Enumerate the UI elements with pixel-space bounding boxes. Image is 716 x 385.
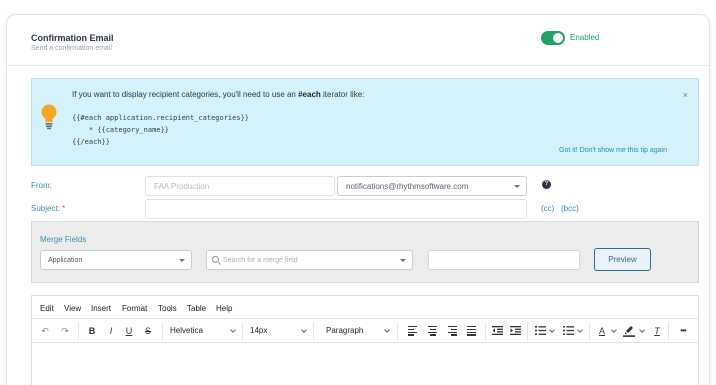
italic-button[interactable]: I bbox=[105, 324, 117, 338]
toggle-knob bbox=[553, 33, 563, 43]
chevron-down-icon[interactable] bbox=[611, 327, 617, 333]
code-line: * {{category_name}} bbox=[72, 126, 169, 134]
redo-icon[interactable]: ↷ bbox=[59, 324, 71, 338]
toolbar-divider bbox=[527, 322, 528, 340]
toolbar-divider bbox=[162, 322, 163, 340]
dismiss-tip-link[interactable]: Got it! Don't show me this tip again bbox=[559, 147, 667, 154]
align-center-icon[interactable] bbox=[428, 326, 437, 336]
bcc-link[interactable]: (bcc) bbox=[561, 204, 579, 213]
subject-label-text: Subject: bbox=[31, 204, 60, 213]
from-email-value: notifications@rhythmsoftware.com bbox=[346, 182, 469, 191]
text-color-button[interactable]: A bbox=[596, 324, 608, 338]
undo-icon[interactable]: ↶ bbox=[39, 324, 51, 338]
close-icon[interactable]: × bbox=[683, 90, 688, 100]
lightbulb-icon bbox=[41, 104, 57, 130]
required-marker: * bbox=[62, 204, 66, 213]
align-left-icon[interactable] bbox=[408, 326, 417, 336]
editor-menubar: Edit View Insert Format Tools Table Help bbox=[32, 296, 698, 319]
code-line: {{/each}} bbox=[72, 138, 110, 146]
toolbar-divider bbox=[397, 322, 398, 340]
confirmation-email-card: Confirmation Email Send a confirmation e… bbox=[6, 14, 710, 385]
menu-help[interactable]: Help bbox=[216, 304, 232, 313]
bold-button[interactable]: B bbox=[86, 324, 98, 338]
clear-formatting-icon[interactable]: T bbox=[651, 324, 663, 338]
merge-field-output[interactable] bbox=[428, 250, 580, 270]
merge-source-value: Application bbox=[48, 257, 83, 264]
editor-toolbar: ↶ ↷ B I U S Helvetica 14px Paragraph A T… bbox=[32, 319, 698, 343]
merge-fields-panel: Merge Fields Application Search for a me… bbox=[31, 221, 699, 283]
rich-text-editor: Edit View Insert Format Tools Table Help… bbox=[31, 295, 699, 385]
tip-code-block: {{#each application.recipient_categories… bbox=[72, 112, 249, 148]
numbered-list-icon[interactable] bbox=[535, 326, 546, 335]
enabled-toggle[interactable] bbox=[541, 31, 565, 45]
menu-edit[interactable]: Edit bbox=[40, 304, 54, 313]
chevron-down-icon[interactable] bbox=[577, 327, 583, 333]
merge-fields-title: Merge Fields bbox=[40, 235, 87, 244]
tip-text-before: If you want to display recipient categor… bbox=[72, 90, 299, 99]
preview-button[interactable]: Preview bbox=[594, 248, 651, 271]
toolbar-divider bbox=[313, 322, 314, 340]
chevron-down-icon bbox=[179, 259, 185, 262]
menu-table[interactable]: Table bbox=[187, 304, 206, 313]
underline-button[interactable]: U bbox=[123, 324, 135, 338]
merge-search-placeholder: Search for a merge field bbox=[223, 257, 298, 264]
chevron-down-icon bbox=[514, 185, 520, 188]
section-title: Confirmation Email bbox=[31, 33, 114, 43]
chevron-down-icon[interactable] bbox=[639, 327, 645, 333]
menu-insert[interactable]: Insert bbox=[91, 304, 111, 313]
tip-message: If you want to display recipient categor… bbox=[72, 90, 364, 99]
toggle-label: Enabled bbox=[570, 33, 600, 42]
menu-tools[interactable]: Tools bbox=[158, 304, 177, 313]
subject-input[interactable] bbox=[145, 199, 527, 219]
block-format-value: Paragraph bbox=[326, 326, 364, 335]
search-icon bbox=[212, 256, 219, 263]
tip-box: If you want to display recipient categor… bbox=[31, 78, 699, 166]
tip-text-bold: #each bbox=[298, 90, 321, 99]
from-label: From: bbox=[31, 181, 52, 190]
align-justify-icon[interactable] bbox=[467, 326, 476, 336]
merge-field-search[interactable]: Search for a merge field bbox=[206, 250, 413, 270]
from-name-input[interactable]: FAA Production bbox=[145, 176, 335, 196]
font-size-value: 14px bbox=[250, 326, 268, 335]
font-family-value: Helvetica bbox=[170, 326, 203, 335]
tip-text-after: iterator like: bbox=[320, 90, 365, 99]
bullet-list-icon[interactable] bbox=[563, 326, 574, 335]
section-subtitle: Send a confirmation email bbox=[31, 45, 112, 52]
outdent-icon[interactable] bbox=[492, 326, 503, 335]
chevron-down-icon bbox=[400, 259, 406, 262]
font-family-select[interactable]: Helvetica bbox=[170, 324, 240, 338]
highlight-color-icon[interactable] bbox=[623, 324, 635, 337]
toolbar-divider bbox=[485, 322, 486, 340]
font-size-select[interactable]: 14px bbox=[250, 324, 305, 338]
toolbar-divider bbox=[668, 322, 669, 340]
more-options-icon[interactable]: ••• bbox=[675, 324, 691, 338]
strikethrough-button[interactable]: S bbox=[142, 324, 154, 338]
from-email-select[interactable]: notifications@rhythmsoftware.com bbox=[337, 176, 527, 196]
code-line: {{#each application.recipient_categories… bbox=[72, 114, 250, 122]
indent-icon[interactable] bbox=[510, 326, 521, 335]
toolbar-divider bbox=[78, 322, 79, 340]
align-right-icon[interactable] bbox=[448, 326, 457, 336]
header-divider bbox=[7, 65, 709, 66]
menu-format[interactable]: Format bbox=[122, 304, 147, 313]
help-icon[interactable]: ? bbox=[542, 180, 551, 189]
menu-view[interactable]: View bbox=[64, 304, 81, 313]
chevron-down-icon[interactable] bbox=[549, 327, 555, 333]
toolbar-divider bbox=[589, 322, 590, 340]
toolbar-divider bbox=[242, 322, 243, 340]
subject-label: Subject: * bbox=[31, 204, 65, 213]
cc-link[interactable]: (cc) bbox=[541, 204, 554, 213]
merge-source-select[interactable]: Application bbox=[40, 250, 192, 270]
